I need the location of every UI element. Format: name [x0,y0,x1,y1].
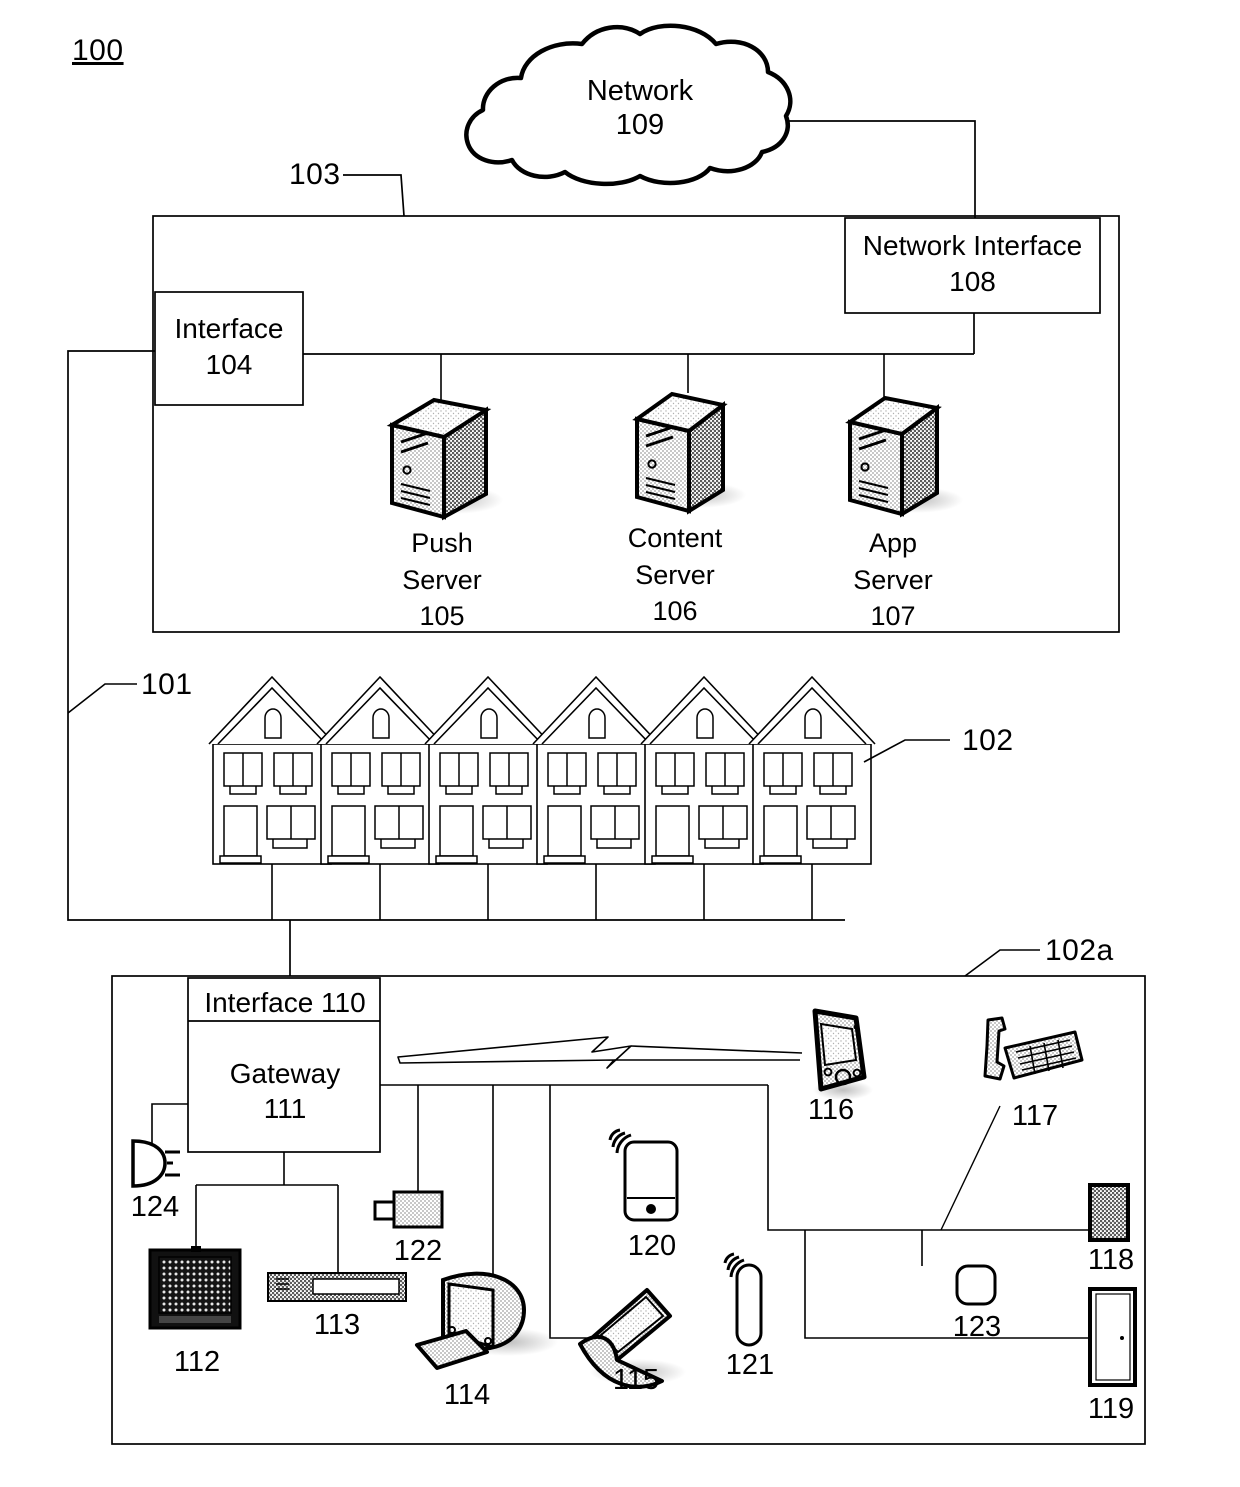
interface-104-ref: 104 [205,349,253,380]
interface-104-label: Interface [174,313,284,344]
ref-123: 123 [952,1311,1002,1343]
app-server-icon [845,395,963,518]
ref-115: 115 [612,1364,660,1396]
house-item [532,675,660,920]
leader-102 [863,739,950,763]
ref-117: 117 [1011,1100,1059,1132]
network-interface-label: Network Interface [862,230,1083,261]
app-server-name-line1: App [868,528,918,558]
telephone-link [940,1105,1001,1231]
house-item [748,675,876,920]
ref-114: 114 [443,1379,491,1411]
ref-118: 118 [1087,1244,1135,1276]
interface-110-label: Interface 110 [204,987,366,1018]
figure-number: 100 [72,34,124,67]
ref-120: 120 [627,1230,677,1262]
ref-102a: 102a [1045,934,1114,967]
house-item [208,675,336,920]
wireless-sensor-icon [723,1252,763,1347]
thermostat-icon [955,1264,997,1306]
content-server-name-line1: Content [627,523,723,553]
door-panel-icon [1088,1287,1137,1387]
camera-icon [373,1190,444,1229]
landline-telephone-icon [983,1016,1084,1081]
push-server-name-line2: Server [402,565,482,595]
set-top-box-icon [267,1272,407,1302]
cloud-to-network-interface-link [786,120,976,218]
ref-103: 103 [289,158,341,191]
content-server-ref: 106 [652,596,698,626]
push-server-ref: 105 [419,601,465,631]
speaker-icon [131,1139,180,1188]
ref-122: 122 [393,1235,443,1267]
diagram-canvas [67,23,1146,1445]
network-interface-ref: 108 [949,266,996,297]
desktop-computer-icon [415,1271,558,1370]
wireless-lightning-icon [397,1036,803,1069]
app-server-name-line2: Server [853,565,933,595]
ref-119: 119 [1087,1393,1135,1425]
cloud-label-name: Network [586,75,694,107]
house-item [424,675,552,920]
ref-102: 102 [962,724,1014,757]
house-item [640,675,768,920]
houses-row [208,675,876,920]
television-icon [148,1246,242,1330]
gateway-label: Gateway [229,1058,341,1089]
ref-121: 121 [725,1349,775,1381]
house-item [316,675,444,920]
cloud-label-ref: 109 [615,109,665,141]
ref-116: 116 [807,1094,855,1126]
leader-103 [343,174,405,217]
ref-101: 101 [141,668,193,701]
push-server-icon [386,397,503,521]
small-display-icon [1088,1183,1130,1242]
wireless-tablet-icon [608,1128,679,1222]
gateway-ref: 111 [263,1093,307,1124]
ref-113: 113 [313,1309,361,1341]
app-server-ref: 107 [870,601,916,631]
leader-101 [67,683,137,714]
push-server-name-line1: Push [411,528,473,558]
content-server-name-line2: Server [635,560,715,590]
leader-102a [964,949,1040,977]
content-server-icon [632,391,746,515]
ref-124: 124 [130,1191,180,1223]
patent-figure-page: 100 Network 109 103 Network Interface 10… [0,0,1240,1487]
mobile-phone-icon [812,1008,873,1100]
ref-112: 112 [173,1346,221,1378]
